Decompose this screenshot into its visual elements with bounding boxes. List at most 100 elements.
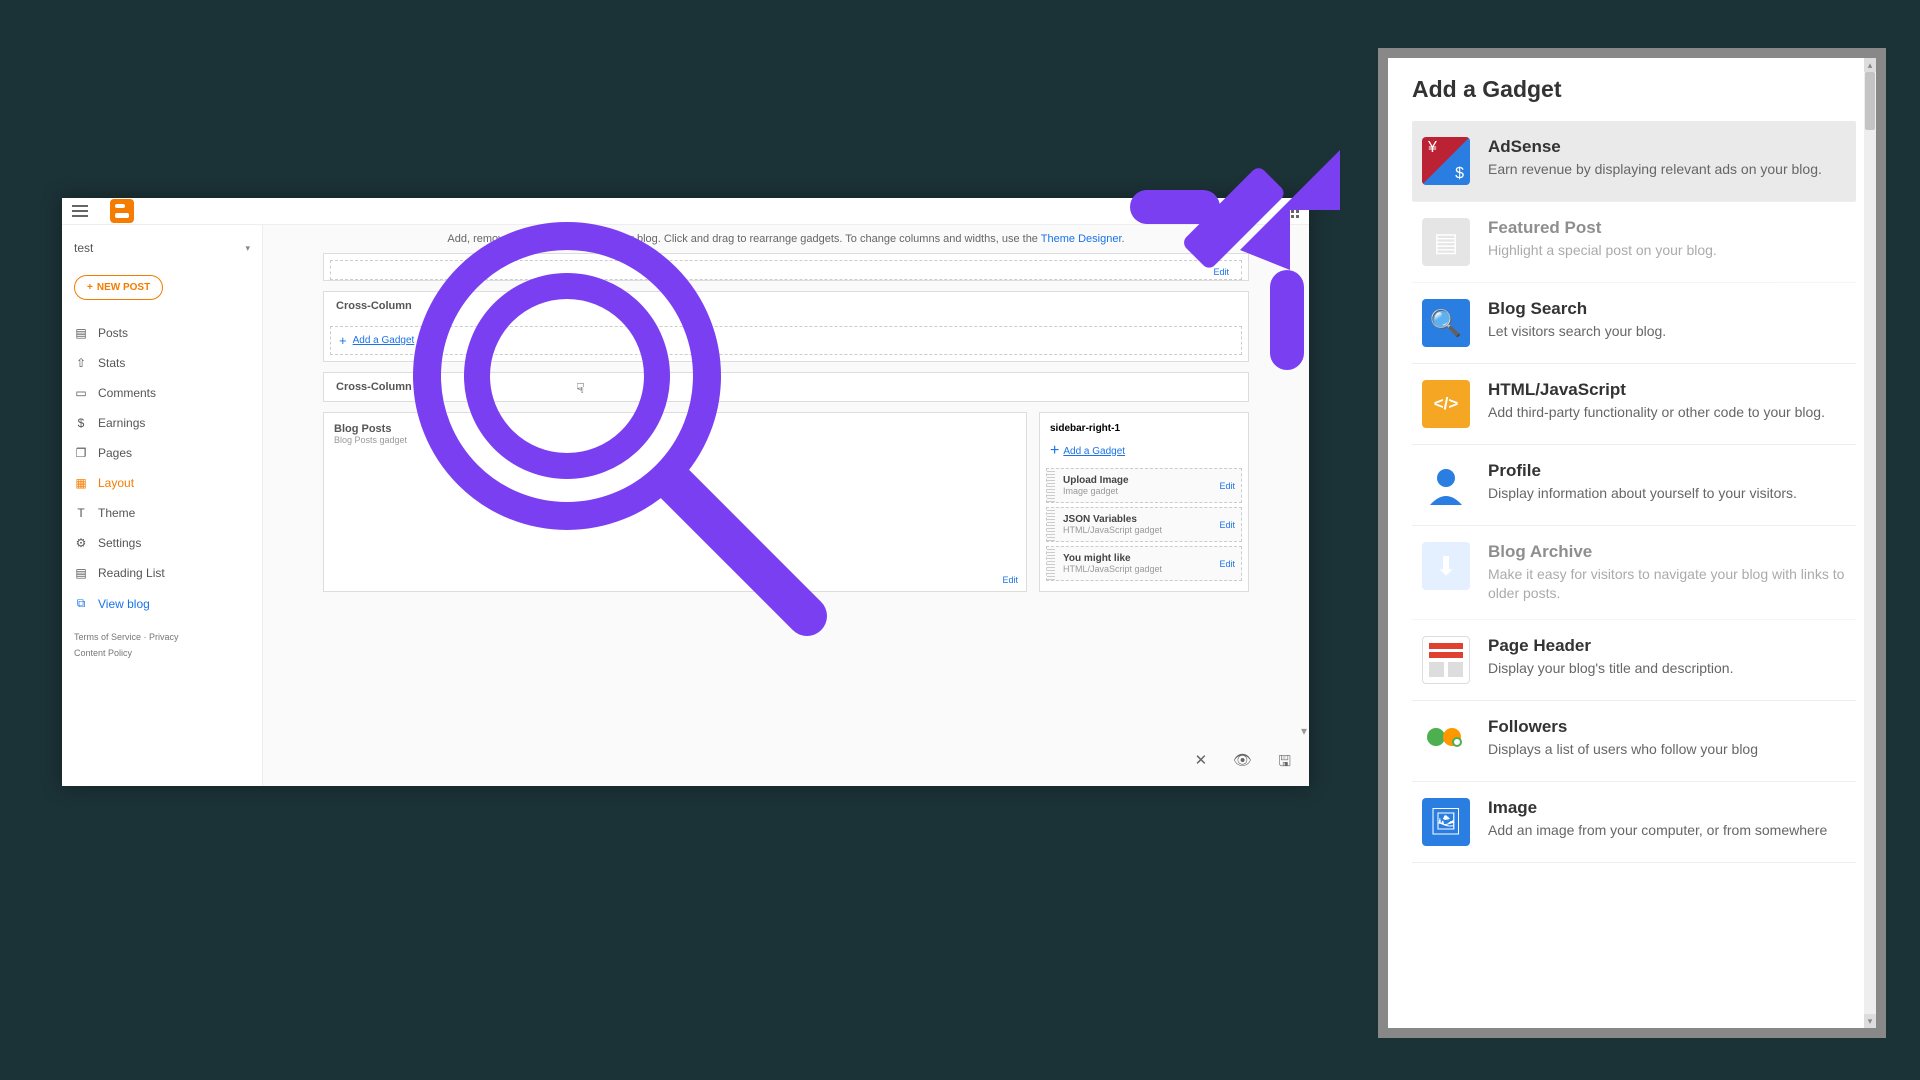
- gadget-option-desc: Add third-party functionality or other c…: [1488, 403, 1825, 422]
- gadget-option-title: Image: [1488, 798, 1827, 818]
- gadget-option-archive[interactable]: ⬇Blog ArchiveMake it easy for visitors t…: [1412, 526, 1856, 620]
- blog-posts-sub: Blog Posts gadget: [334, 435, 1016, 445]
- cross-column2-title: Cross-Column 2: [324, 373, 1248, 401]
- nav-stats[interactable]: ⇧Stats: [62, 348, 262, 378]
- gadget-option-desc: Earn revenue by displaying relevant ads …: [1488, 160, 1822, 179]
- gadget-option-featured[interactable]: ▤Featured PostHighlight a special post o…: [1412, 202, 1856, 283]
- gadget-option-desc: Display information about yourself to yo…: [1488, 484, 1797, 503]
- theme-designer-link[interactable]: Theme Designer: [1041, 233, 1122, 245]
- nav-reading-list[interactable]: ▤Reading List: [62, 558, 262, 588]
- blog-name: test: [74, 241, 93, 255]
- nav-label: Layout: [98, 476, 134, 490]
- help-icon[interactable]: ?: [1246, 202, 1264, 220]
- nav-theme[interactable]: TTheme: [62, 498, 262, 528]
- edit-link[interactable]: Edit: [1219, 559, 1235, 569]
- save-icon[interactable]: 🖫: [1278, 751, 1291, 776]
- scroll-thumb[interactable]: [1865, 72, 1875, 130]
- gadget-option-followers[interactable]: FollowersDisplays a list of users who fo…: [1412, 701, 1856, 782]
- nav-settings[interactable]: ⚙ Settings: [62, 528, 262, 558]
- profile-icon: [1422, 461, 1470, 509]
- layout-main: Add, remove and edit gadgets on your blo…: [262, 225, 1309, 786]
- cross-column-title: Cross-Column: [324, 292, 1248, 320]
- drag-handle-icon[interactable]: [1047, 547, 1055, 580]
- gadget-you-might-like[interactable]: You might like HTML/JavaScript gadget Ed…: [1046, 546, 1242, 581]
- gadget-option-title: Page Header: [1488, 636, 1733, 656]
- gear-icon: ⚙: [74, 536, 88, 550]
- gadget-sub: HTML/JavaScript gadget: [1063, 525, 1235, 535]
- edit-link[interactable]: Edit: [1219, 481, 1235, 491]
- gadget-option-adsense[interactable]: AdSenseEarn revenue by displaying releva…: [1412, 121, 1856, 202]
- stats-icon: ⇧: [74, 356, 88, 370]
- gadget-option-header[interactable]: Page Header Display your blog's title and…: [1412, 620, 1856, 701]
- adsense-icon: [1422, 137, 1470, 185]
- edit-link[interactable]: Edit: [1219, 520, 1235, 530]
- hamburger-icon[interactable]: [72, 205, 88, 217]
- layout-icon: ▦: [74, 476, 88, 490]
- nav-posts[interactable]: ▤Posts: [62, 318, 262, 348]
- search-icon: 🔍: [1422, 299, 1470, 347]
- instruction-text: Add, remove and edit gadgets on your blo…: [263, 225, 1309, 253]
- footer-links: Terms of Service · Privacy Content Polic…: [62, 619, 262, 671]
- drag-handle-icon[interactable]: [1047, 469, 1055, 502]
- apps-grid-icon[interactable]: [1286, 205, 1299, 218]
- privacy-link[interactable]: Privacy: [149, 632, 179, 642]
- gadget-option-html[interactable]: </>HTML/JavaScriptAdd third-party functi…: [1412, 364, 1856, 445]
- gadget-json-variables[interactable]: JSON Variables HTML/JavaScript gadget Ed…: [1046, 507, 1242, 542]
- scroll-down-icon[interactable]: ▾: [1864, 1014, 1876, 1028]
- gadget-option-profile[interactable]: ProfileDisplay information about yoursel…: [1412, 445, 1856, 526]
- gadget-list: AdSenseEarn revenue by displaying releva…: [1412, 121, 1856, 863]
- sidebar-right-panel: sidebar-right-1 + Add a Gadget Upload Im…: [1039, 412, 1249, 592]
- caret-down-icon: ▾: [245, 243, 250, 254]
- blog-posts-gadget[interactable]: Blog Posts Blog Posts gadget Edit: [323, 412, 1027, 592]
- add-gadget-link[interactable]: Add a Gadget: [353, 335, 415, 346]
- blog-selector[interactable]: test ▾: [62, 235, 262, 261]
- content-policy-link[interactable]: Content Policy: [74, 648, 132, 658]
- nav-earnings[interactable]: $Earnings: [62, 408, 262, 438]
- preview-icon[interactable]: 👁: [1233, 751, 1252, 776]
- new-post-button[interactable]: + NEW POST: [74, 275, 163, 300]
- gadget-option-desc: Display your blog's title and descriptio…: [1488, 659, 1733, 678]
- drag-handle-icon[interactable]: [1047, 508, 1055, 541]
- scroll-indicator-icon: ▾: [1301, 724, 1307, 738]
- edit-link[interactable]: Edit: [1002, 575, 1018, 585]
- gadget-title: JSON Variables: [1063, 514, 1235, 525]
- gadget-option-desc: Add an image from your computer, or from…: [1488, 821, 1827, 840]
- terms-link[interactable]: Terms of Service: [74, 632, 141, 642]
- nav-pages[interactable]: ❐Pages: [62, 438, 262, 468]
- instruction-prefix: Add, remove and edit gadgets on your blo…: [447, 233, 1040, 245]
- nav-label: Settings: [98, 536, 141, 550]
- cross-column2-zone: Cross-Column 2: [323, 372, 1249, 402]
- nav-label: Posts: [98, 326, 128, 340]
- add-gadget-dialog: Add a Gadget AdSenseEarn revenue by disp…: [1378, 48, 1886, 1038]
- close-icon[interactable]: ✕: [1195, 751, 1208, 776]
- top-gadget-zone: Edit: [323, 253, 1249, 281]
- image-icon: 🖼: [1422, 798, 1470, 846]
- nav-comments[interactable]: ▭Comments: [62, 378, 262, 408]
- archive-icon: ⬇: [1422, 542, 1470, 590]
- blog-posts-title: Blog Posts: [334, 423, 1016, 435]
- gadget-option-search[interactable]: 🔍Blog SearchLet visitors search your blo…: [1412, 283, 1856, 364]
- scroll-up-icon[interactable]: ▴: [1864, 58, 1876, 72]
- plus-icon: +: [1050, 442, 1059, 460]
- gadget-sub: HTML/JavaScript gadget: [1063, 564, 1235, 574]
- nav-view-blog[interactable]: ⧉View blog: [62, 588, 262, 619]
- add-gadget-link[interactable]: Add a Gadget: [1063, 446, 1125, 457]
- nav-layout[interactable]: ▦ Layout: [62, 468, 262, 498]
- blogger-logo-icon[interactable]: [110, 199, 134, 223]
- cross-column-zone: Cross-Column + Add a Gadget: [323, 291, 1249, 362]
- scrollbar[interactable]: ▴ ▾: [1864, 58, 1876, 1028]
- reading-list-icon: ▤: [74, 566, 88, 580]
- edit-link[interactable]: Edit: [1205, 263, 1237, 281]
- pages-icon: ❐: [74, 446, 88, 460]
- sidebar-right-title: sidebar-right-1: [1046, 419, 1242, 438]
- theme-icon: T: [74, 506, 88, 520]
- nav-label: Comments: [98, 386, 156, 400]
- gadget-upload-image[interactable]: Upload Image Image gadget Edit: [1046, 468, 1242, 503]
- add-gadget-slot[interactable]: + Add a Gadget: [330, 326, 1242, 355]
- nav-label: Earnings: [98, 416, 145, 430]
- gadget-sub: Image gadget: [1063, 486, 1235, 496]
- topbar: ?: [62, 198, 1309, 224]
- gadget-option-image[interactable]: 🖼 Image Add an image from your computer, o…: [1412, 782, 1856, 863]
- add-gadget-sidebar[interactable]: + Add a Gadget: [1046, 438, 1242, 464]
- top-gadget-bar[interactable]: Edit: [330, 260, 1242, 280]
